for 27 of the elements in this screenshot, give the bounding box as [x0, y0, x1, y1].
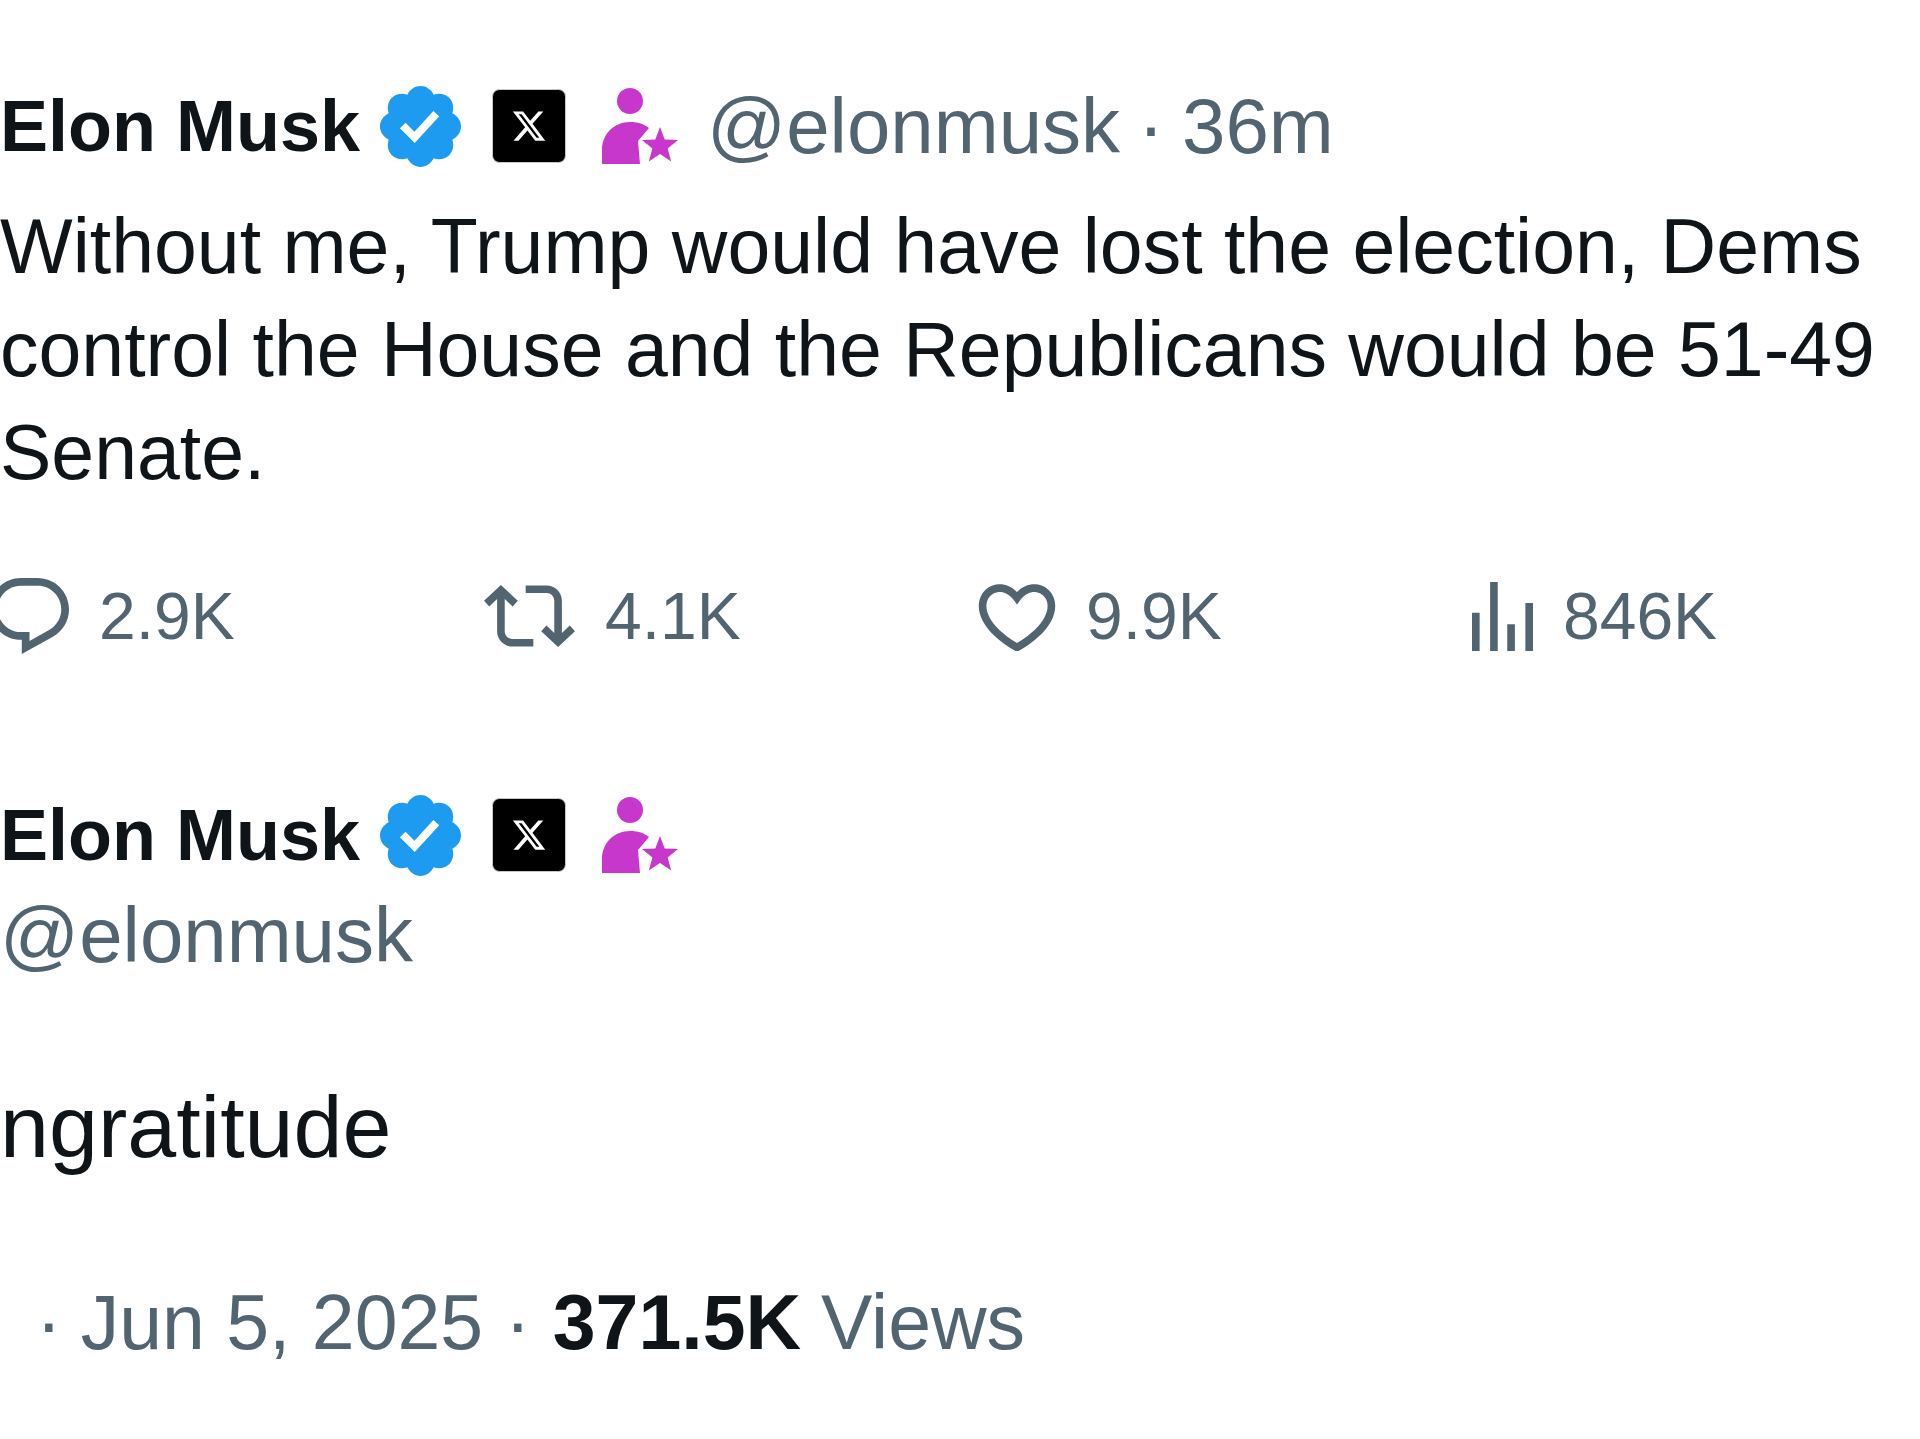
author-handle[interactable]: @elonmusk — [707, 86, 1121, 166]
author-name[interactable]: Elon Musk — [0, 86, 361, 166]
post-time[interactable]: 36m — [1182, 86, 1334, 166]
post-text: ngratitude — [0, 1077, 392, 1177]
x-logo-icon — [492, 798, 567, 872]
post-date[interactable]: Jun 5, 2025 — [80, 1277, 484, 1367]
reply-button[interactable]: 2.9K — [0, 570, 235, 662]
person-star-icon — [601, 795, 680, 875]
views-button[interactable]: 846K — [1472, 570, 1718, 662]
like-button[interactable]: 9.9K — [978, 570, 1222, 662]
views-count: 371.5K — [552, 1278, 802, 1367]
views-label: Views — [821, 1278, 1026, 1367]
x-logo-icon — [492, 89, 567, 163]
author-name[interactable]: Elon Musk — [0, 795, 361, 875]
separator-dot: · — [1138, 86, 1165, 166]
separator-dot: · — [505, 1278, 531, 1367]
separator-dot: · — [36, 1278, 62, 1367]
bar-chart-icon — [1472, 581, 1533, 651]
verified-badge-icon — [380, 85, 462, 167]
verified-badge-icon — [380, 794, 462, 876]
heart-icon — [978, 581, 1056, 651]
post-text: Without me, Trump would have lost the election, Dems control the House and the Republicans would be 51-49 Senate. — [0, 202, 1875, 497]
author-handle[interactable]: @elonmusk — [0, 890, 413, 980]
repost-button[interactable]: 4.1K — [484, 570, 741, 662]
repost-arrows-icon — [484, 585, 575, 647]
person-star-icon — [601, 86, 680, 166]
speech-bubble-icon — [0, 578, 69, 654]
